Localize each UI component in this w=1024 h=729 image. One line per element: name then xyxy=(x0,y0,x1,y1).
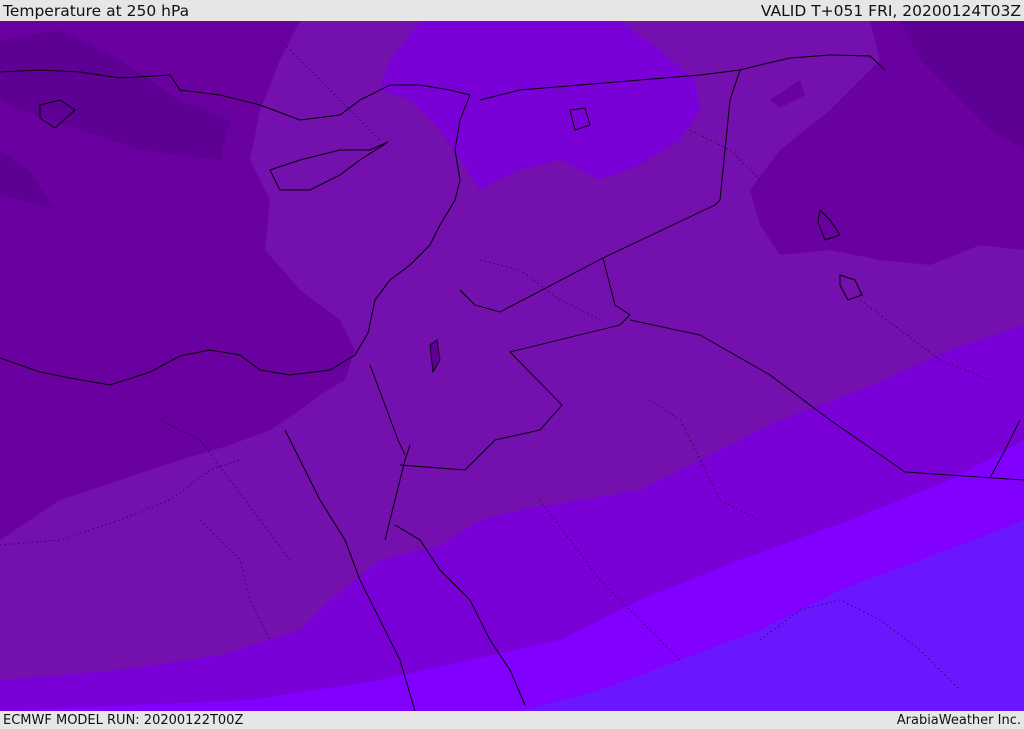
model-run: ECMWF MODEL RUN: 20200122T00Z xyxy=(3,712,244,728)
footer-bar: ECMWF MODEL RUN: 20200122T00Z ArabiaWeat… xyxy=(0,711,1024,729)
temperature-map xyxy=(0,21,1024,711)
valid-time: VALID T+051 FRI, 20200124T03Z xyxy=(760,1,1021,20)
header-bar: Temperature at 250 hPa VALID T+051 FRI, … xyxy=(0,0,1024,21)
map-canvas[interactable] xyxy=(0,21,1024,711)
credit: ArabiaWeather Inc. xyxy=(896,712,1021,728)
map-title: Temperature at 250 hPa xyxy=(3,1,190,20)
